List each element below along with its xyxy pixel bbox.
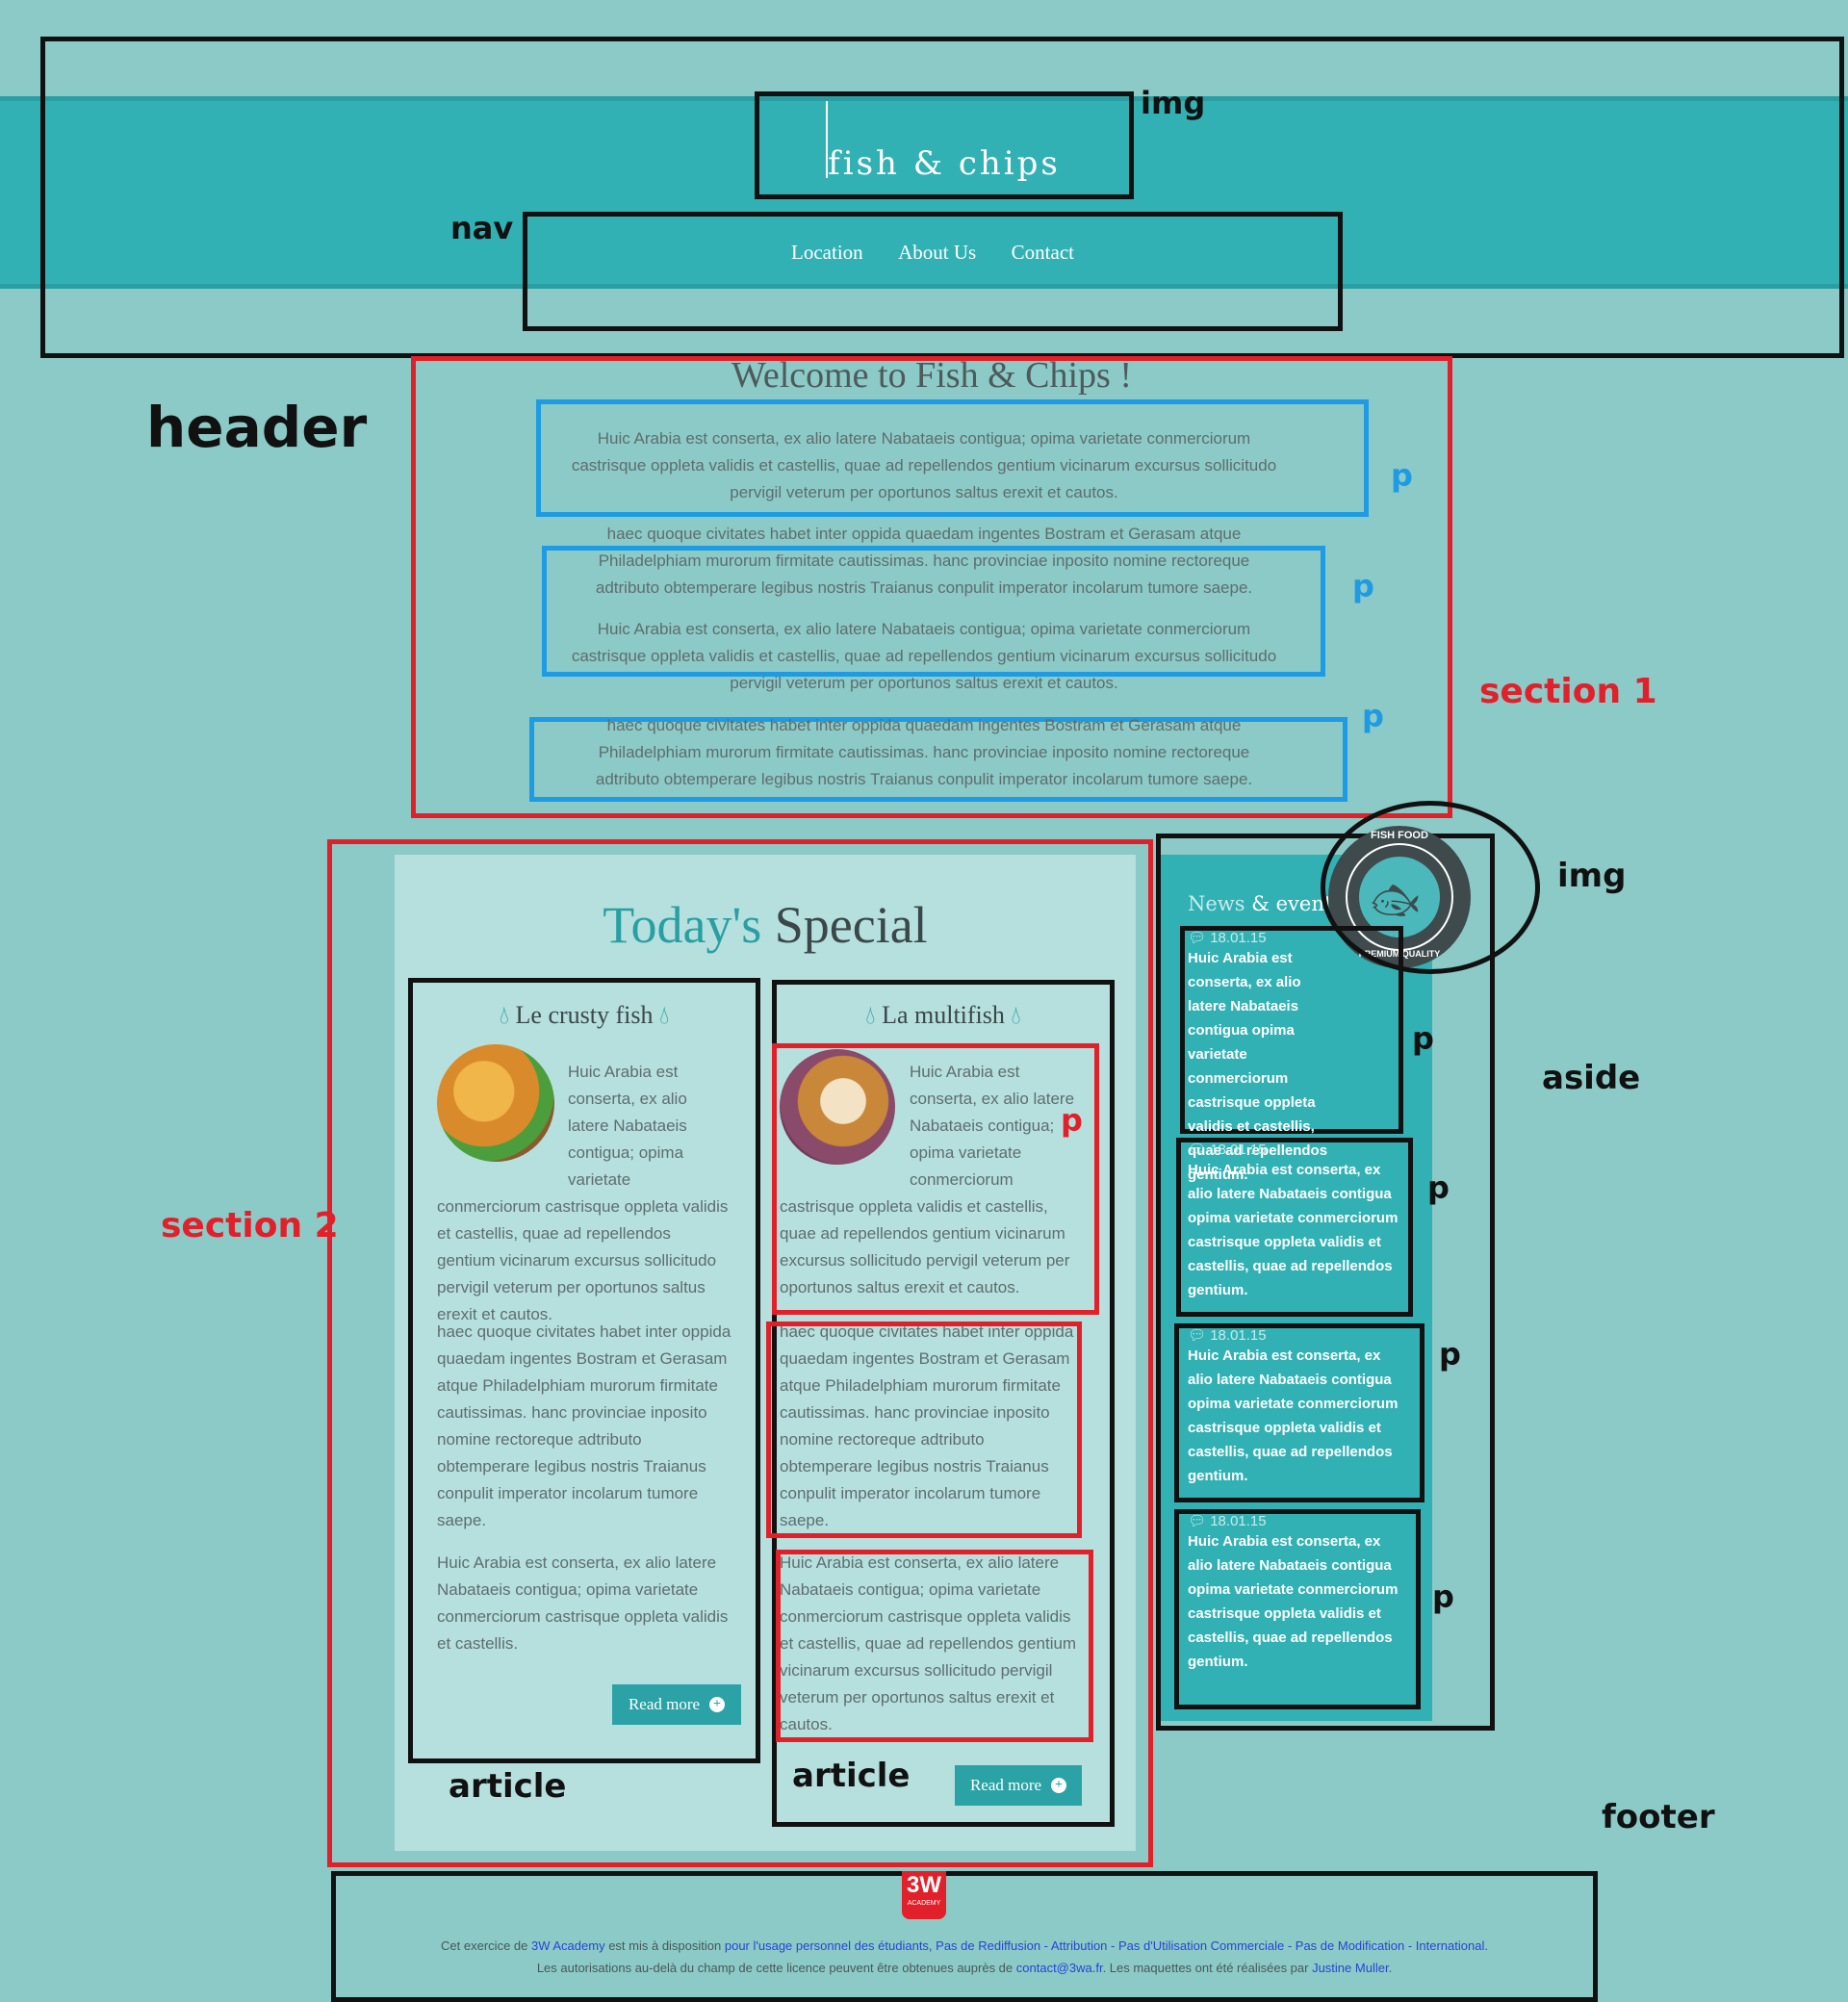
- link-license[interactable]: pour l'usage personnel des étudiants, Pa…: [725, 1938, 1488, 1953]
- logo[interactable]: fish & chips: [755, 144, 1134, 183]
- welcome-paragraph: haec quoque civitates habet inter oppida…: [595, 716, 1253, 788]
- label-p: p: [1391, 457, 1413, 494]
- welcome-paragraph: Huic Arabia est conserta, ex alio latere…: [571, 429, 1277, 501]
- label-p: p: [1439, 1336, 1461, 1373]
- footer-credits: Cet exercice de 3W Academy est mis à dis…: [441, 1938, 1488, 1975]
- welcome-paragraph: Huic Arabia est conserta, ex alio latere…: [571, 620, 1277, 692]
- news-item: 💬︎ 18.01.15 Huic Arabia est conserta, ex…: [1188, 1142, 1399, 1298]
- welcome-title: Welcome to Fish & Chips !: [732, 355, 1132, 396]
- main-nav: Location About Us Contact: [523, 241, 1343, 265]
- article-title: 💧︎ La multifish 💧︎: [865, 1001, 1021, 1029]
- link-contact-email[interactable]: contact@3wa.fr: [1016, 1961, 1103, 1975]
- fishing-line-icon: [826, 101, 828, 178]
- label-section-1: section 1: [1479, 672, 1657, 711]
- label-p: p: [1352, 568, 1374, 604]
- nav-about-us[interactable]: About Us: [898, 241, 976, 264]
- article-paragraph: Huic Arabia est conserta, ex alio latere…: [780, 1553, 1077, 1733]
- label-aside: aside: [1542, 1059, 1641, 1097]
- comment-icon: 💬︎: [1188, 1513, 1207, 1529]
- label-p: p: [1412, 1020, 1434, 1057]
- news-item: 💬︎ 18.01.15 Huic Arabia est conserta, ex…: [1188, 1327, 1399, 1484]
- nav-contact[interactable]: Contact: [1012, 241, 1074, 264]
- drop-icon: 💧︎: [1011, 1001, 1021, 1029]
- news-title: News & events: [1188, 892, 1344, 915]
- label-p: p: [1427, 1169, 1450, 1206]
- article-paragraph: haec quoque civitates habet inter oppida…: [780, 1322, 1074, 1529]
- label-footer: footer: [1602, 1798, 1715, 1836]
- comment-icon: 💬︎: [1188, 1142, 1207, 1158]
- label-section-2: section 2: [161, 1206, 339, 1245]
- link-justine-muller[interactable]: Justine Muller: [1312, 1961, 1388, 1975]
- read-more-button[interactable]: Read more +: [612, 1684, 741, 1725]
- article-paragraph: Huic Arabia est conserta, ex alio latere…: [437, 1063, 729, 1323]
- drop-icon: 💧︎: [658, 1001, 670, 1029]
- plus-circle-icon: +: [709, 1697, 726, 1712]
- label-header: header: [146, 395, 368, 460]
- news-item: 💬︎ 18.01.15 Huic Arabia est conserta, ex…: [1188, 1513, 1399, 1670]
- label-p: p: [1362, 698, 1384, 734]
- label-p: p: [1061, 1102, 1083, 1139]
- drop-icon: 💧︎: [865, 1001, 876, 1029]
- comment-icon: 💬︎: [1188, 930, 1207, 946]
- label-img: img: [1141, 85, 1206, 121]
- article-paragraph: Huic Arabia est conserta, ex alio latere…: [437, 1553, 729, 1653]
- nav-annotation-box: [523, 212, 1343, 331]
- label-img: img: [1557, 857, 1627, 895]
- link-3w-academy[interactable]: 3W Academy: [531, 1938, 605, 1953]
- article-title: 💧︎ Le crusty fish 💧︎: [499, 1001, 670, 1029]
- article-paragraph: Huic Arabia est conserta, ex alio latere…: [780, 1063, 1075, 1296]
- label-nav: nav: [450, 210, 514, 246]
- article-paragraph: haec quoque civitates habet inter oppida…: [437, 1322, 732, 1529]
- comment-icon: 💬︎: [1188, 1327, 1207, 1344]
- label-p: p: [1432, 1578, 1454, 1615]
- label-article: article: [449, 1767, 567, 1806]
- 3w-academy-logo[interactable]: 3W ACADEMY: [902, 1871, 946, 1919]
- read-more-button[interactable]: Read more +: [955, 1765, 1082, 1806]
- todays-special-title: Today's Special: [603, 896, 928, 954]
- plus-circle-icon: +: [1051, 1778, 1067, 1793]
- nav-location[interactable]: Location: [791, 241, 863, 264]
- label-article: article: [792, 1757, 911, 1795]
- drop-icon: 💧︎: [499, 1001, 510, 1029]
